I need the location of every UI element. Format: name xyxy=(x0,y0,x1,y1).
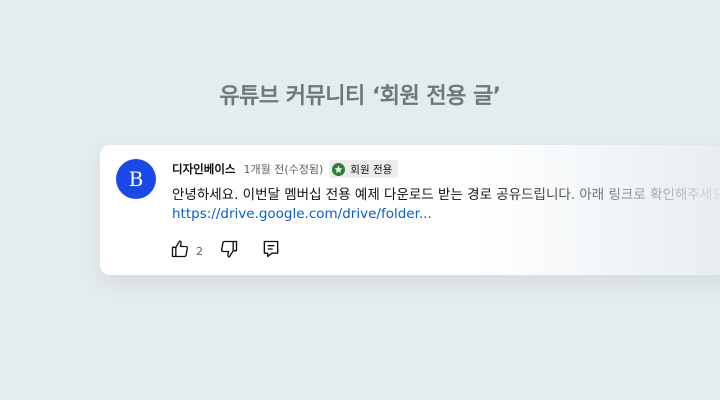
comment-text: 안녕하세요. 이번달 멤버십 전용 예제 다운로드 받는 경로 공유드립니다. … xyxy=(172,187,720,203)
drive-link[interactable]: https://drive.google.com/drive/folder... xyxy=(172,206,432,222)
comment-card: B 디자인베이스 1개월 전(수정됨) 회원 전용 안녕하세요. 이번달 멤버십… xyxy=(100,145,720,275)
avatar[interactable]: B xyxy=(116,159,156,199)
comment-time[interactable]: 1개월 전(수정됨) xyxy=(243,161,323,177)
thumbs-down-icon xyxy=(219,239,239,263)
avatar-logo: B xyxy=(129,167,144,191)
card-fade-overlay xyxy=(480,145,720,275)
page: 유튜브 커뮤니티 ‘회원 전용 글’ B 디자인베이스 1개월 전(수정됨) 회… xyxy=(0,0,720,400)
comment-meta: 디자인베이스 1개월 전(수정됨) 회원 전용 xyxy=(172,160,399,178)
reply-icon xyxy=(261,239,281,263)
like-button[interactable]: 2 xyxy=(170,239,203,263)
star-icon xyxy=(332,162,346,176)
comment-actions: 2 xyxy=(170,239,281,263)
thumbs-up-icon xyxy=(170,239,190,263)
badge-label: 회원 전용 xyxy=(350,163,393,176)
like-count: 2 xyxy=(196,244,203,258)
page-title: 유튜브 커뮤니티 ‘회원 전용 글’ xyxy=(219,84,501,109)
avatar-letter: B xyxy=(129,167,144,191)
dislike-button[interactable] xyxy=(219,239,239,263)
members-only-badge: 회원 전용 xyxy=(329,160,399,178)
author-name[interactable]: 디자인베이스 xyxy=(172,161,235,177)
reply-button[interactable] xyxy=(261,239,281,263)
